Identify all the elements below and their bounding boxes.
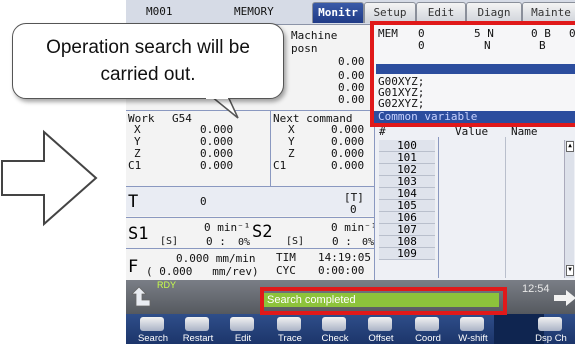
offset-icon <box>368 317 392 331</box>
callout-bubble: Operation search will be carried out. <box>12 23 284 99</box>
callout-line-2: carried out. <box>100 64 196 85</box>
restart-icon <box>185 317 209 331</box>
program-highlight-box <box>370 21 575 127</box>
edit-softkey[interactable]: Edit <box>218 314 268 344</box>
tim-value: 14:19:05 <box>318 251 371 264</box>
callout-pointer-joint <box>206 95 228 99</box>
callout-text: Operation search will be carried out. <box>13 34 283 88</box>
spindle-1-label: S1 <box>128 224 149 244</box>
spindle-2-s: [S] <box>286 236 305 247</box>
machine-posn-title: Machine posn <box>291 29 338 55</box>
callout-line-1: Operation search will be <box>46 37 250 58</box>
softkey-label: W-shift <box>458 333 488 344</box>
coord-softkey[interactable]: Coord <box>403 314 453 344</box>
check-softkey[interactable]: Check <box>310 314 360 344</box>
next-value-c1: 0.000 <box>331 159 365 172</box>
tab-mainte[interactable]: Mainte <box>522 2 575 23</box>
machine-posn-x: 0.00 <box>338 55 365 68</box>
softkey-label: Check <box>321 333 349 344</box>
w-shift-softkey[interactable]: W-shift <box>448 314 498 344</box>
feed-label: F <box>128 257 139 277</box>
machine-posn-c1: 0.00 <box>338 93 365 106</box>
right-arrow-icon <box>1 129 98 227</box>
spindle-2-label: S2 <box>252 222 273 242</box>
spindle-1-load: 0 : <box>206 235 226 248</box>
edit-icon <box>230 317 254 331</box>
work-value-c1: 0.000 <box>200 159 234 172</box>
rdy-indicator: RDY <box>157 280 177 290</box>
variable-name-header: Name <box>511 125 538 138</box>
spindle-2-rpm: 0 min⁻¹ <box>331 221 378 234</box>
spindle-2-load: 0 : <box>332 235 352 248</box>
work-coordinate-code: G54 <box>172 112 192 125</box>
softkey-label: Coord <box>415 333 441 344</box>
softkey-label: Trace <box>278 333 302 344</box>
status-highlight-box <box>260 287 507 315</box>
softkey-label: Restart <box>182 333 214 344</box>
feed-per-rev: ( 0.000 mm/rev) <box>146 265 259 278</box>
cyc-label: CYC <box>276 264 296 277</box>
list-item[interactable]: 109 <box>379 248 435 260</box>
offset-softkey[interactable]: Offset <box>356 314 406 344</box>
clock: 12:54 <box>522 283 550 295</box>
tab-edit[interactable]: Edit <box>416 2 466 23</box>
tool-panel <box>126 187 374 216</box>
back-arrow-icon[interactable] <box>130 286 152 308</box>
restart-softkey[interactable]: Restart <box>173 314 223 344</box>
tool-number: 0 <box>200 195 207 208</box>
scroll-down-icon[interactable]: ▼ <box>566 265 574 276</box>
variable-number-header: # <box>379 125 386 138</box>
tab-monitr[interactable]: Monitr <box>312 2 364 23</box>
next-axis-c1: C1 <box>273 159 287 172</box>
softkey-label: Dsp Ch <box>535 333 567 344</box>
program-number: M001 <box>146 5 173 18</box>
mode-indicator: MEMORY <box>234 5 274 18</box>
spindle-1-s: [S] <box>160 236 179 247</box>
work-title: Work <box>128 112 155 125</box>
cyc-value: 0:00:00 <box>318 264 365 277</box>
spindle-1-rpm: 0 min⁻¹ <box>204 221 251 234</box>
display-change-icon <box>538 317 562 331</box>
dsp-ch-softkey[interactable]: Dsp Ch <box>526 314 575 344</box>
next-page-arrow-icon[interactable] <box>554 290 575 306</box>
scroll-up-icon[interactable]: ▲ <box>566 141 574 152</box>
scrollbar[interactable]: ▲ ▼ <box>564 140 574 278</box>
next-axis-z: Z <box>288 147 295 160</box>
common-variable-panel: # Value Name 100 101 102 103 104 105 106… <box>374 123 575 280</box>
coord-icon <box>415 317 439 331</box>
softkey-label: Offset <box>368 333 394 344</box>
search-softkey[interactable]: Search <box>128 314 178 344</box>
softkey-label: Search <box>137 333 169 344</box>
variable-list: 100 101 102 103 104 105 106 107 108 109 <box>379 140 435 260</box>
softkey-bar: Search Restart Edit Trace Check Offset C… <box>126 314 575 344</box>
tab-diagn[interactable]: Diagn <box>466 2 522 23</box>
work-axis-c1: C1 <box>128 159 142 172</box>
w-shift-icon <box>460 317 484 331</box>
trace-icon <box>277 317 301 331</box>
tim-label: TIM <box>276 251 296 264</box>
variable-value-header: Value <box>455 125 489 138</box>
trace-softkey[interactable]: Trace <box>265 314 315 344</box>
check-icon <box>322 317 346 331</box>
tab-setup[interactable]: Setup <box>364 2 416 23</box>
softkey-label: Edit <box>234 333 252 344</box>
tool-bracket-value: 0 <box>350 203 357 216</box>
feed-rate: 0.000 mm/min <box>176 252 256 265</box>
tool-label: T <box>128 192 139 212</box>
search-icon <box>140 317 164 331</box>
